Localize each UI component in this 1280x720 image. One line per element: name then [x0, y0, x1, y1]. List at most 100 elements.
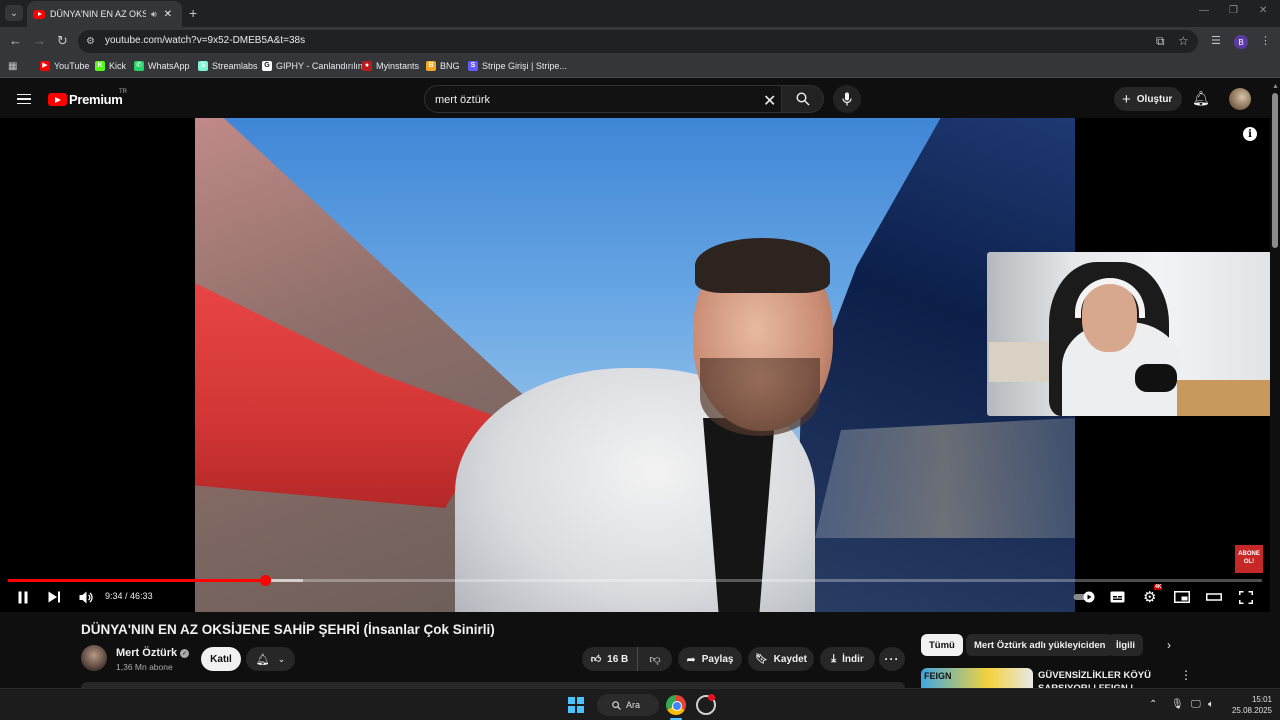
taskbar-search[interactable]: Ara — [597, 694, 659, 716]
more-horizontal-icon: ··· — [884, 652, 900, 666]
share-button[interactable]: ➦ Paylaş — [678, 647, 742, 671]
chrome-taskbar-icon[interactable] — [666, 695, 686, 715]
audio-playing-icon[interactable]: 🔊︎ — [151, 9, 157, 20]
pause-button[interactable] — [17, 590, 29, 604]
bookmark-item[interactable]: S Streamlabs — [198, 61, 258, 71]
search-icon — [795, 92, 809, 106]
tab-search-icon[interactable]: ⌄ — [5, 5, 23, 21]
related-video-title[interactable]: GÜVENSİZLİKLER KÖYÜ SARSIYOR! | FEIGN | … — [1038, 669, 1168, 688]
address-bar[interactable]: ⚙ youtube.com/watch?v=9x52-DMEB5A&t=38s … — [78, 30, 1198, 53]
theater-mode-button[interactable] — [1206, 590, 1222, 604]
youtube-logo-text[interactable]: Premium — [69, 92, 123, 107]
mute-button[interactable] — [79, 590, 94, 604]
related-video-thumbnail[interactable]: FEIGN — [921, 668, 1033, 688]
bookmark-item[interactable]: ● Myinstants — [362, 61, 419, 71]
thumbs-up-icon: 👍︎ — [590, 654, 602, 665]
bookmarks-bar: ▦ ▶ YouTube K Kick ✆ WhatsApp S Streamlabs G GIPH… — [0, 56, 1280, 78]
install-app-icon[interactable]: ⧉ — [1156, 34, 1165, 49]
download-icon: ⤓ — [831, 652, 837, 665]
browser-menu-icon[interactable]: ⋮ — [1260, 34, 1271, 47]
tray-volume-icon[interactable]: 🔈︎ — [1208, 699, 1214, 710]
pause-icon — [18, 591, 28, 603]
profile-avatar[interactable]: B — [1234, 35, 1248, 49]
chip-related[interactable]: İlgili — [1108, 634, 1143, 656]
guide-menu-icon[interactable] — [17, 94, 31, 104]
next-video-button[interactable] — [48, 590, 61, 604]
channel-name-link[interactable]: Mert Öztürk ✓ — [116, 647, 190, 659]
address-url[interactable]: youtube.com/watch?v=9x52-DMEB5A&t=38s — [105, 35, 305, 46]
webcam-cabinet — [989, 342, 1049, 382]
save-button[interactable]: 🔖︎ Kaydet — [748, 647, 814, 671]
tab-title: DÜNYA'NIN EN AZ OKSİJENE SAHİP ŞEHRİ (İn… — [50, 9, 146, 19]
dislike-button[interactable]: 👎︎ — [638, 647, 672, 671]
video-frame[interactable] — [195, 118, 1075, 612]
video-player[interactable]: i ABONE OL! 9:34 / 46:33 ⚙ 4K — [0, 118, 1270, 612]
close-tab-icon[interactable]: ✕ — [164, 9, 172, 20]
bookmark-item[interactable]: ▶ YouTube — [40, 61, 89, 71]
subscription-notification-button[interactable]: 🔔︎ ⌄ — [246, 647, 295, 671]
account-avatar[interactable] — [1229, 88, 1251, 110]
taskbar-clock[interactable]: 15:01 25.08.2025 — [1226, 694, 1272, 716]
join-button[interactable]: Katıl — [201, 647, 241, 671]
bookmark-item[interactable]: K Kick — [95, 61, 126, 71]
close-window-button[interactable]: ✕ — [1259, 5, 1267, 16]
tray-display-icon[interactable]: 🖵︎ — [1191, 699, 1201, 710]
current-time: 9:34 — [105, 591, 123, 601]
progress-bar[interactable] — [8, 575, 1262, 586]
webcam-microphone — [1135, 364, 1177, 392]
miniplayer-button[interactable] — [1174, 590, 1190, 604]
subtitles-button[interactable] — [1110, 590, 1125, 604]
video-scene-bus-art — [815, 418, 1075, 538]
apps-grid-icon[interactable]: ▦ — [8, 61, 17, 72]
site-info-icon[interactable]: ⚙ — [86, 36, 95, 47]
tray-microphone-icon[interactable]: 🎙︎ — [1171, 699, 1184, 710]
forward-button[interactable]: → — [33, 33, 46, 48]
more-actions-button[interactable]: ··· — [879, 647, 905, 671]
channel-avatar[interactable] — [81, 645, 107, 671]
related-more-icon[interactable]: ⋮ — [1180, 668, 1192, 682]
fullscreen-button[interactable] — [1239, 590, 1253, 604]
bookmark-label: GIPHY - Canlandırılın — [276, 61, 363, 71]
maximize-window-button[interactable]: ❐ — [1229, 5, 1238, 16]
chip-from-uploader[interactable]: Mert Öztürk adlı yükleyiciden — [966, 634, 1114, 656]
clear-search-icon[interactable]: ✕ — [763, 91, 776, 111]
microphone-icon — [842, 92, 852, 106]
youtube-logo-icon[interactable] — [48, 93, 67, 106]
bookmark-label: Kick — [109, 61, 127, 71]
scrollbar-thumb[interactable] — [1272, 93, 1278, 248]
search-button[interactable] — [782, 85, 824, 113]
windows-start-icon[interactable] — [568, 697, 584, 713]
new-tab-button[interactable]: + — [189, 5, 197, 21]
autoplay-toggle[interactable] — [1073, 590, 1097, 604]
create-button[interactable]: + Oluştur — [1114, 87, 1182, 111]
search-input-value[interactable]: mert öztürk — [435, 94, 490, 106]
scroll-up-icon[interactable]: ▲ — [1272, 83, 1279, 90]
info-card-icon[interactable]: i — [1243, 127, 1257, 141]
chevron-right-icon[interactable]: › — [1167, 638, 1171, 652]
like-button[interactable]: 👍︎ 16 B — [582, 647, 638, 671]
notification-badge — [708, 694, 715, 701]
page-scrollbar[interactable]: ▲ — [1270, 81, 1280, 686]
like-count: 16 B — [607, 653, 629, 665]
bookmark-item[interactable]: B BNG — [426, 61, 460, 71]
back-button[interactable]: ← — [9, 33, 22, 48]
browser-tab-active[interactable]: DÜNYA'NIN EN AZ OKSİJENE SAHİP ŞEHRİ (İn… — [27, 1, 182, 27]
bookmark-favicon-icon: S — [468, 61, 478, 71]
tray-overflow-icon[interactable]: ⌃ — [1149, 699, 1157, 710]
chip-all[interactable]: Tümü — [921, 634, 963, 656]
settings-button[interactable]: ⚙ 4K — [1143, 584, 1163, 606]
bookmark-star-icon[interactable]: ☆ — [1178, 34, 1189, 48]
reload-button[interactable]: ↻ — [57, 33, 68, 49]
search-input[interactable]: mert öztürk ✕ — [424, 85, 782, 113]
subscribe-reminder-badge[interactable]: ABONE OL! — [1235, 545, 1263, 573]
bookmark-item[interactable]: S Stripe Girişi | Stripe... — [468, 61, 567, 71]
minimize-window-button[interactable]: — — [1199, 5, 1209, 16]
media-control-icon[interactable]: ☰ — [1211, 34, 1221, 47]
voice-search-button[interactable] — [833, 85, 861, 113]
youtube-favicon-icon — [33, 9, 45, 19]
notifications-bell-icon[interactable]: 🔔︎ — [1192, 90, 1210, 107]
channel-name[interactable]: Mert Öztürk — [116, 647, 177, 659]
bookmark-item[interactable]: G GIPHY - Canlandırılın — [262, 61, 363, 71]
bookmark-item[interactable]: ✆ WhatsApp — [134, 61, 190, 71]
download-button[interactable]: ⤓ İndir — [820, 647, 875, 671]
